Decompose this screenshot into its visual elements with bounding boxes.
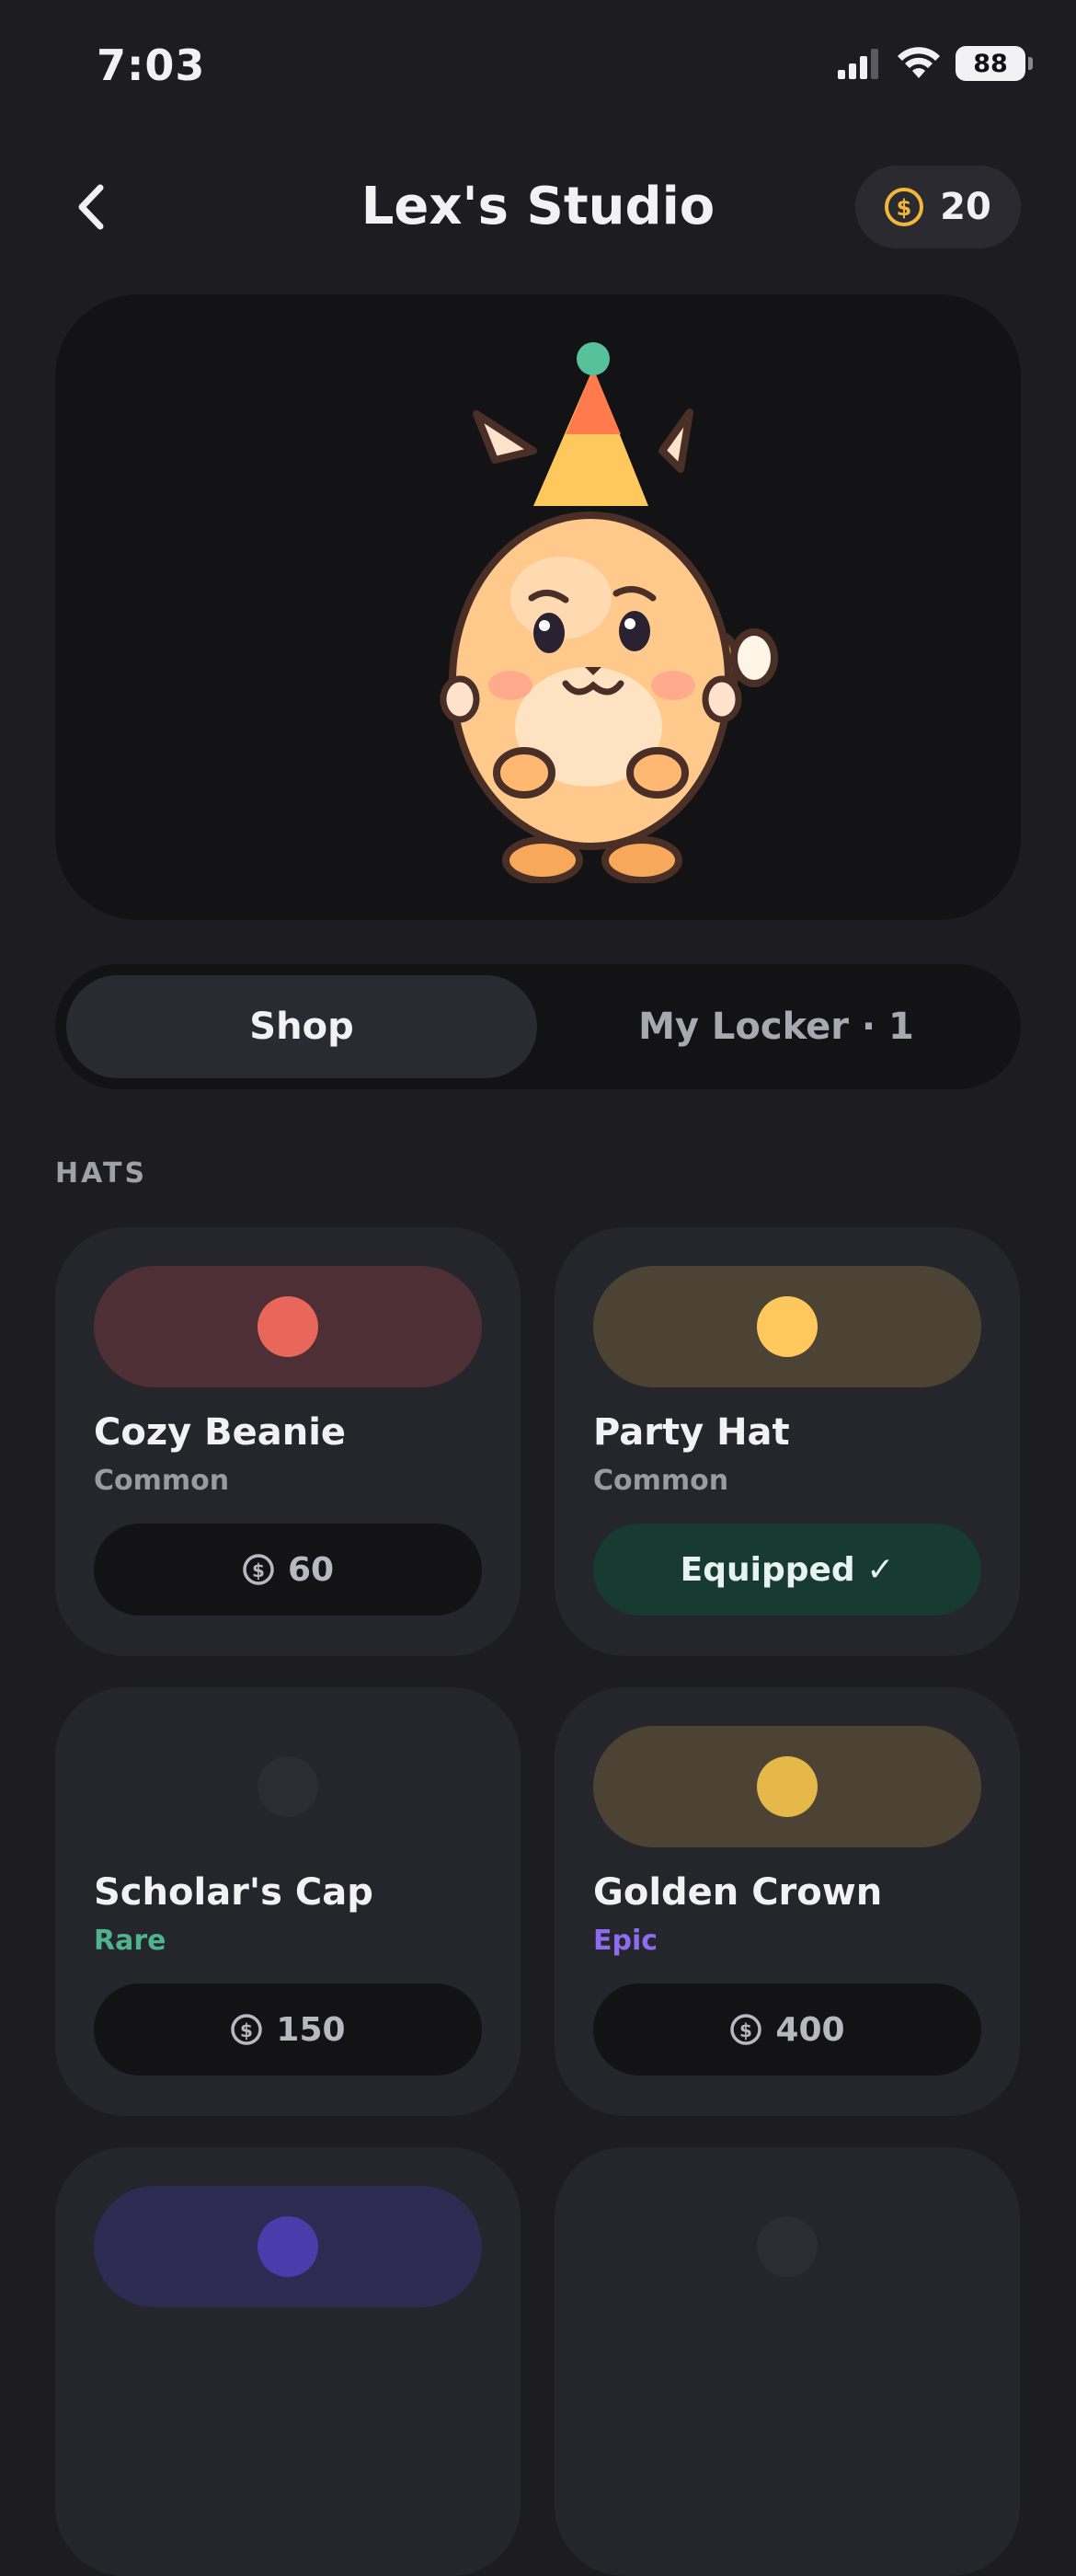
coin-icon: $ [885, 188, 924, 226]
item-price: 60 [287, 1550, 335, 1589]
item-name: Scholar's Cap [94, 1871, 373, 1914]
hat-color-dot [258, 1296, 318, 1357]
coin-icon: $ [231, 2014, 263, 2045]
battery-level: 88 [973, 49, 1008, 78]
battery-icon: 88 [956, 46, 1033, 81]
segmented-control: Shop My Locker · 1 [55, 964, 1021, 1089]
svg-text:$: $ [897, 195, 912, 221]
cellular-signal-icon [838, 49, 878, 79]
item-rarity: Common [94, 1465, 230, 1497]
item-card[interactable] [55, 2147, 521, 2576]
hat-color-dot [757, 1296, 818, 1357]
coin-icon: $ [730, 2014, 762, 2045]
pet-character-illustration [440, 342, 778, 883]
item-rarity: Rare [94, 1925, 166, 1957]
item-rarity: Common [593, 1465, 729, 1497]
section-label-hats: HATS [55, 1157, 148, 1190]
item-name: Golden Crown [593, 1871, 883, 1914]
hat-color-dot [258, 1756, 318, 1817]
item-card-party-hat[interactable]: Party Hat Common Equipped ✓ [555, 1227, 1020, 1656]
item-swatch [94, 1266, 482, 1387]
item-card-scholars-cap[interactable]: Scholar's Cap Rare $ 150 [55, 1687, 521, 2116]
item-rarity: Epic [593, 1925, 658, 1957]
svg-text:$: $ [252, 1559, 265, 1581]
item-card-golden-crown[interactable]: Golden Crown Epic $ 400 [555, 1687, 1020, 2116]
coin-count: 20 [940, 186, 991, 228]
svg-text:$: $ [240, 2019, 253, 2041]
hat-color-dot [757, 2216, 818, 2277]
coin-icon: $ [243, 1554, 274, 1585]
header: Lex's Studio $ 20 [0, 156, 1076, 258]
tab-my-locker[interactable]: My Locker · 1 [543, 975, 1010, 1078]
item-name: Cozy Beanie [94, 1411, 347, 1454]
hat-color-dot [757, 1756, 818, 1817]
item-swatch [593, 1726, 981, 1847]
buy-button[interactable]: $ 400 [593, 1984, 981, 2076]
pet-preview [55, 294, 1021, 920]
hat-color-dot [258, 2216, 318, 2277]
wifi-icon [898, 47, 940, 78]
item-swatch [94, 1726, 482, 1847]
item-swatch [593, 2186, 981, 2307]
item-price: 150 [276, 2010, 346, 2049]
item-name: Party Hat [593, 1411, 790, 1454]
equipped-button[interactable]: Equipped ✓ [593, 1524, 981, 1616]
status-time: 7:03 [97, 40, 206, 90]
coin-balance[interactable]: $ 20 [855, 166, 1021, 248]
buy-button[interactable]: $ 150 [94, 1984, 482, 2076]
item-swatch [593, 1266, 981, 1387]
status-icons: 88 [838, 46, 1033, 81]
tab-shop[interactable]: Shop [66, 975, 537, 1078]
svg-text:$: $ [739, 2019, 752, 2041]
item-swatch [94, 2186, 482, 2307]
item-card-cozy-beanie[interactable]: Cozy Beanie Common $ 60 [55, 1227, 521, 1656]
item-card[interactable] [555, 2147, 1020, 2576]
buy-button[interactable]: $ 60 [94, 1524, 482, 1616]
item-price: 400 [775, 2010, 845, 2049]
status-bar: 7:03 88 [0, 0, 1076, 138]
